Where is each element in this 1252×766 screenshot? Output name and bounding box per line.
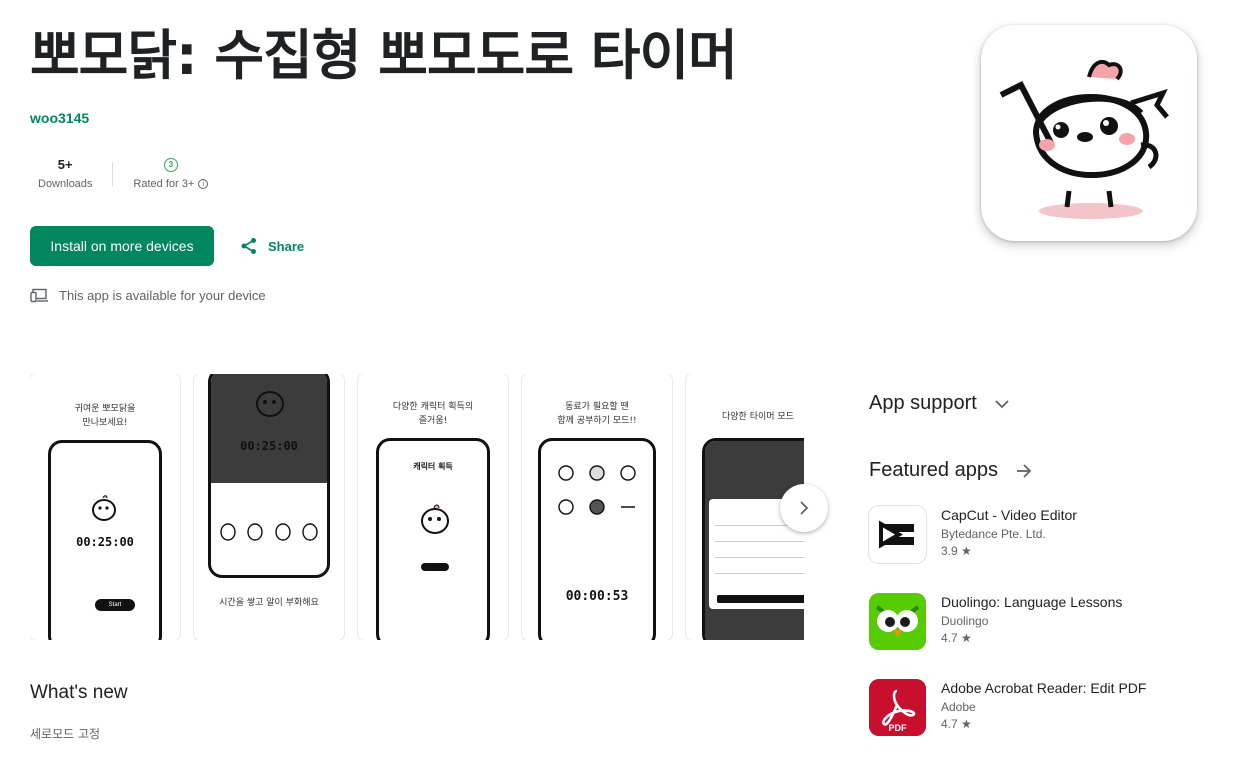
app-title: 뽀모닭: 수집형 뽀모도로 타이머 xyxy=(30,24,738,87)
downloads-value: 5+ xyxy=(57,157,73,172)
featured-app-developer: Adobe xyxy=(941,700,976,714)
whats-new-text: 세로모드 고정 xyxy=(30,727,101,741)
featured-app-item[interactable]: PDF Adobe Acrobat Reader: Edit PDF Adobe… xyxy=(869,679,1146,736)
friend-grid xyxy=(551,463,643,515)
egg-row xyxy=(219,521,319,541)
arrow-right-icon xyxy=(1016,463,1032,478)
featured-app-name: CapCut - Video Editor xyxy=(941,507,1077,523)
chevron-right-icon xyxy=(800,501,809,515)
screenshot-caption: 귀여운 뽀모닭을 xyxy=(74,404,136,414)
devices-icon xyxy=(30,288,48,303)
featured-app-rating: 4.7 ★ xyxy=(941,717,972,731)
device-availability: This app is available for your device xyxy=(30,288,266,303)
featured-app-item[interactable]: Duolingo: Language Lessons Duolingo 4.7 … xyxy=(869,593,1122,650)
developer-link[interactable]: woo3145 xyxy=(30,110,89,126)
phone-mockup xyxy=(702,438,804,640)
timer-display: 00:25:00 xyxy=(76,535,134,549)
featured-app-name: Duolingo: Language Lessons xyxy=(941,594,1123,610)
start-button: Start xyxy=(95,599,135,611)
content-rating-badge-icon: 3 xyxy=(163,158,178,172)
whats-new-heading: What's new xyxy=(30,682,128,703)
share-button[interactable]: Share xyxy=(236,226,308,266)
chick-icon xyxy=(92,495,116,521)
app-stats: 5+ Downloads 3 Rated for 3+ i xyxy=(30,156,216,190)
featured-app-rating: 3.9 ★ xyxy=(941,544,972,558)
timer-display: 00:25:00 xyxy=(240,439,298,453)
content-rating-stat[interactable]: 3 Rated for 3+ i xyxy=(125,156,216,190)
featured-apps-link[interactable]: Featured apps xyxy=(869,459,1032,482)
content-rating-label: Rated for 3+ xyxy=(133,178,195,190)
phone-heading: 캐릭터 획득 xyxy=(413,462,453,471)
timer-display: 00:00:53 xyxy=(565,589,629,604)
phone-mockup: 00:25:00 xyxy=(208,374,330,578)
pomodak-chick-icon xyxy=(999,59,1169,219)
duolingo-icon xyxy=(869,593,926,650)
share-icon xyxy=(241,238,256,254)
capcut-icon xyxy=(869,506,926,563)
downloads-label: Downloads xyxy=(38,178,93,190)
availability-text: This app is available for your device xyxy=(59,288,266,303)
app-icon xyxy=(981,25,1197,241)
downloads-stat: 5+ Downloads xyxy=(30,156,100,190)
chick-icon xyxy=(256,391,284,417)
screenshot-caption: 만나보세요! xyxy=(82,418,128,428)
phone-mockup: 00:25:00 Start xyxy=(48,440,162,640)
screenshot-caption: 다양한 캐릭터 획득의 xyxy=(392,402,474,412)
chevron-down-icon xyxy=(995,399,1009,408)
featured-app-developer: Duolingo xyxy=(941,614,989,628)
stat-divider xyxy=(112,162,114,186)
install-button[interactable]: Install on more devices xyxy=(30,226,214,266)
info-icon[interactable]: i xyxy=(198,179,209,189)
screenshot-caption: 시간을 쌓고 알이 부화해요 xyxy=(219,598,319,608)
featured-app-name: Adobe Acrobat Reader: Edit PDF xyxy=(941,680,1147,696)
featured-app-item[interactable]: CapCut - Video Editor Bytedance Pte. Ltd… xyxy=(869,506,1077,563)
screenshot-3[interactable]: 다양한 캐릭터 획득의 즐거움! 캐릭터 획득 xyxy=(358,374,508,640)
screenshot-caption: 즐거움! xyxy=(418,416,448,426)
app-support-toggle[interactable]: App support xyxy=(869,392,1009,415)
screenshot-1[interactable]: 귀여운 뽀모닭을 만나보세요! 00:25:00 Start xyxy=(30,374,180,640)
share-label: Share xyxy=(268,238,305,254)
adobe-acrobat-icon: PDF xyxy=(869,679,926,736)
screenshot-4[interactable]: 동료가 필요할 땐 함께 공부하기 모드!! 00:00:53 xyxy=(522,374,672,640)
featured-app-developer: Bytedance Pte. Ltd. xyxy=(941,527,1046,541)
screenshot-caption: 다양한 타이머 모드 xyxy=(722,412,794,422)
screenshot-caption: 동료가 필요할 땐 xyxy=(565,402,629,412)
featured-apps-heading: Featured apps xyxy=(869,459,998,481)
featured-app-rating: 4.7 ★ xyxy=(941,631,972,645)
svg-text:PDF: PDF xyxy=(889,723,908,733)
screenshot-carousel[interactable]: 귀여운 뽀모닭을 만나보세요! 00:25:00 Start 00:25:00 xyxy=(30,374,804,640)
phone-mockup: 캐릭터 획득 xyxy=(376,438,490,640)
screenshot-2[interactable]: 00:25:00 시간을 쌓고 알이 부화해요 xyxy=(194,374,344,640)
screenshot-caption: 함께 공부하기 모드!! xyxy=(557,416,637,426)
carousel-next-button[interactable] xyxy=(780,484,828,532)
phone-mockup: 00:00:53 xyxy=(538,438,656,640)
app-support-heading: App support xyxy=(869,392,977,414)
chick-icon xyxy=(421,504,449,534)
